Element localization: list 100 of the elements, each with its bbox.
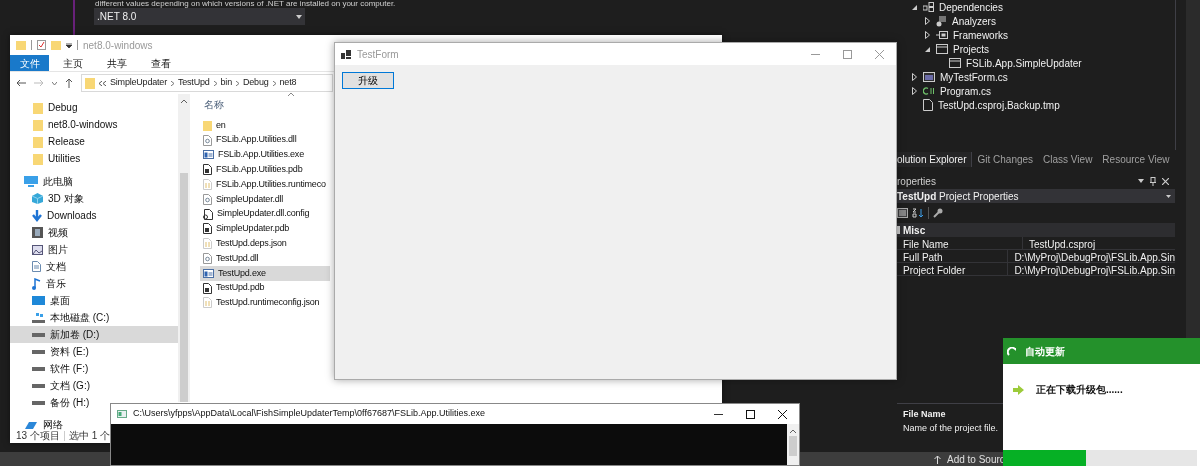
nav-item[interactable]: 资料 (E:)	[10, 343, 93, 360]
nav-item[interactable]: Debug	[10, 99, 82, 116]
breadcrumb-item[interactable]: Debug	[243, 76, 269, 90]
nav-item[interactable]: Downloads	[10, 207, 101, 224]
dependencies-icon	[923, 2, 934, 12]
tree-item[interactable]: Analyzers	[952, 13, 996, 29]
file-item[interactable]: FSLib.App.Utilities.exe	[200, 147, 330, 163]
nav-item[interactable]: Release	[10, 133, 89, 150]
nav-item[interactable]: 文档	[10, 258, 70, 275]
scroll-up-icon	[181, 99, 187, 103]
dropdown-icon	[1138, 179, 1144, 183]
nav-item[interactable]: net8.0-windows	[10, 116, 122, 133]
breadcrumb-item[interactable]: net8	[279, 76, 297, 90]
tree-item[interactable]: Frameworks	[953, 27, 1008, 43]
wrench-icon	[933, 208, 943, 218]
breadcrumb-item[interactable]: TestUpd	[177, 76, 210, 90]
ribbon-tab[interactable]: 查看	[141, 55, 181, 71]
panel-tab[interactable]: Class View	[1038, 152, 1098, 167]
scroll-up-icon	[790, 429, 796, 433]
description-text: Name of the project file.	[903, 421, 1000, 435]
nav-item[interactable]: 本地磁盘 (C:)	[10, 309, 114, 326]
nav-item[interactable]: Utilities	[10, 150, 85, 167]
database-file-icon	[203, 282, 212, 294]
property-value[interactable]: TestUpd.csproj	[1023, 237, 1096, 249]
form-icon	[923, 72, 935, 82]
scrollbar[interactable]	[178, 94, 190, 402]
download-icon	[32, 209, 42, 222]
file-item[interactable]: SimpleUpdater.pdb	[200, 221, 330, 237]
object-selector[interactable]: TestUpd Project Properties	[897, 189, 1175, 203]
scrollbar[interactable]	[787, 424, 799, 465]
nav-item[interactable]: 音乐	[10, 275, 70, 292]
panel-tab[interactable]: olution Explorer	[897, 152, 973, 167]
file-item[interactable]: TestUpd.runtimeconfig.json	[200, 295, 330, 311]
file-item[interactable]: TestUpd.pdb	[200, 280, 330, 296]
close-icon	[1162, 177, 1169, 185]
window-title: TestForm	[357, 47, 399, 62]
breadcrumb-item[interactable]: bin	[220, 76, 232, 90]
sort-alphabetical-icon	[912, 208, 924, 218]
upgrade-button[interactable]: 升级	[342, 72, 394, 89]
tree-item[interactable]: Projects	[953, 41, 990, 57]
nav-item[interactable]: 备份 (H:)	[10, 394, 94, 411]
framework-dropdown[interactable]: .NET 8.0	[94, 8, 305, 25]
tree-item[interactable]: Dependencies	[939, 0, 1003, 15]
file-icon	[203, 179, 212, 191]
csharp-file-icon	[923, 87, 935, 95]
nav-item[interactable]: 软件 (F:)	[10, 360, 93, 377]
file-item[interactable]: SimpleUpdater.dll	[200, 192, 330, 207]
ribbon-tab[interactable]: 文件	[10, 55, 49, 71]
nav-item[interactable]: 新加卷 (D:)	[10, 326, 178, 343]
property-value[interactable]: D:\MyProj\DebugProj\FSLib.App.Sin	[1008, 263, 1175, 275]
panel-title: roperties	[897, 174, 936, 189]
chevron-icon	[272, 80, 276, 86]
program-window-icon	[203, 268, 214, 278]
up-arrow-icon	[65, 78, 73, 88]
selection-count: 选中 1 个	[68, 429, 111, 443]
drive-icon	[32, 332, 45, 337]
folder-icon	[33, 101, 43, 114]
panel-tab[interactable]: Resource View	[1097, 152, 1175, 167]
property-value[interactable]: D:\MyProj\DebugProj\FSLib.App.Sin	[1008, 250, 1175, 262]
config-file-icon	[203, 208, 213, 220]
file-item[interactable]: FSLib.App.Utilities.dll	[200, 132, 330, 148]
panel-tab[interactable]: Git Changes	[972, 152, 1039, 167]
minimize-icon	[714, 413, 723, 415]
nav-item[interactable]: 视频	[10, 224, 72, 241]
file-item[interactable]: FSLib.App.Utilities.pdb	[200, 162, 330, 178]
file-item[interactable]: FSLib.App.Utilities.runtimeco	[200, 177, 330, 192]
description-title: File Name	[903, 408, 947, 421]
file-icon	[203, 297, 212, 309]
tree-item[interactable]: TestUpd.csproj.Backup.tmp	[938, 97, 1060, 113]
nav-item[interactable]: 桌面	[10, 292, 74, 309]
tree-item[interactable]: FSLib.App.SimpleUpdater	[966, 55, 1082, 71]
nav-item[interactable]: 此电脑	[10, 173, 77, 190]
address-bar[interactable]: SimpleUpdater TestUpd bin Debug net8	[81, 74, 333, 92]
folder-icon	[33, 152, 43, 165]
window-title: net8.0-windows	[83, 38, 153, 53]
drive-icon	[32, 400, 45, 405]
caret-icon	[296, 14, 302, 19]
folder-icon	[16, 40, 26, 50]
breadcrumb-item[interactable]: SimpleUpdater	[110, 76, 167, 90]
nav-item[interactable]: 图片	[10, 241, 72, 258]
tree-item[interactable]: MyTestForm.cs	[940, 69, 1008, 85]
tree-item[interactable]: Program.cs	[940, 83, 992, 99]
file-item[interactable]: TestUpd.exe	[200, 265, 330, 281]
frameworks-icon	[936, 30, 948, 40]
source-control-button[interactable]: Add to Sourc	[934, 451, 1005, 466]
nav-item[interactable]: 文档 (G:)	[10, 377, 94, 394]
cube-icon	[32, 193, 43, 204]
analyzers-icon	[936, 15, 947, 27]
column-header[interactable]: 名称	[204, 99, 224, 110]
ribbon-tab[interactable]: 主页	[53, 55, 93, 71]
collapse-icon	[897, 226, 900, 234]
file-item[interactable]: TestUpd.deps.json	[200, 236, 330, 252]
nav-item[interactable]: 3D 对象	[10, 190, 88, 207]
ribbon-tab[interactable]: 共享	[97, 55, 137, 71]
pin-icon	[1150, 176, 1156, 186]
file-item[interactable]: TestUpd.dll	[200, 251, 330, 266]
file-item[interactable]: en	[200, 118, 330, 133]
file-item[interactable]: SimpleUpdater.dll.config	[200, 206, 330, 222]
folder-icon	[203, 119, 212, 131]
folder-icon	[33, 118, 43, 131]
